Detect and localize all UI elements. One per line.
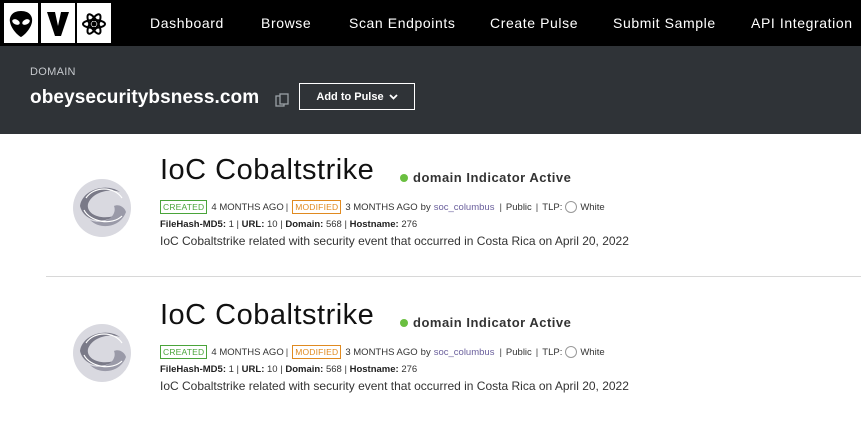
pulse-description: IoC Cobaltstrike related with security e… <box>160 379 629 393</box>
separator: | <box>285 201 289 213</box>
indicator-status: domain Indicator Active <box>400 315 571 330</box>
add-to-pulse-label: Add to Pulse <box>316 90 384 103</box>
modified-badge: MODIFIED <box>292 345 342 359</box>
stat-value: 568 <box>325 219 342 230</box>
tlp-label: TLP: <box>542 346 563 358</box>
visibility: Public <box>505 201 532 213</box>
by-label: by <box>420 201 431 213</box>
author-link[interactable]: soc_columbus <box>434 347 495 358</box>
tlp-label: TLP: <box>542 201 563 213</box>
indicator-status: domain Indicator Active <box>400 170 571 185</box>
stat-value: 568 <box>325 364 342 375</box>
stat-value: 1 <box>228 219 234 230</box>
pulse-title[interactable]: IoC Cobaltstrike <box>160 154 374 187</box>
stat-value: 10 <box>267 364 278 375</box>
created-ago: 4 MONTHS AGO <box>211 346 284 358</box>
stat-label: Hostname: <box>349 219 399 230</box>
modified-badge: MODIFIED <box>292 200 342 214</box>
stat-value: 1 <box>228 364 234 375</box>
v-logo-icon <box>41 3 75 43</box>
tlp-white-icon <box>565 201 578 213</box>
stat-value: 276 <box>401 364 418 375</box>
separator: | <box>535 201 539 213</box>
separator: | <box>535 346 539 358</box>
created-badge: CREATED <box>160 200 208 214</box>
separator: | <box>285 346 289 358</box>
nav-dashboard[interactable]: Dashboard <box>150 15 224 31</box>
by-label: by <box>420 346 431 358</box>
domain-header: DOMAIN obeysecuritybsness.com Add to Pul… <box>0 46 861 134</box>
pulse-swirl-icon <box>73 179 131 237</box>
stat-label: Domain: <box>285 219 324 230</box>
stat-label: FileHash-MD5: <box>160 364 226 375</box>
status-text: domain Indicator Active <box>413 170 572 185</box>
otx-logo[interactable] <box>4 3 113 45</box>
pulse-stats: FileHash-MD5: 1 | URL: 10 | Domain: 568 … <box>160 364 418 375</box>
created-badge: CREATED <box>160 345 208 359</box>
status-text: domain Indicator Active <box>413 315 572 330</box>
stat-label: Hostname: <box>349 364 399 375</box>
pulse-title[interactable]: IoC Cobaltstrike <box>160 299 374 332</box>
separator: | <box>499 346 502 358</box>
nav-create-pulse[interactable]: Create Pulse <box>490 15 578 31</box>
nav-browse[interactable]: Browse <box>261 15 311 31</box>
nav-scan-endpoints[interactable]: Scan Endpoints <box>349 15 455 31</box>
tlp-value: White <box>580 346 605 358</box>
visibility: Public <box>505 346 532 358</box>
pulse-swirl-icon <box>73 324 131 382</box>
pulse-divider <box>46 276 861 277</box>
created-ago: 4 MONTHS AGO <box>211 201 284 213</box>
stat-label: FileHash-MD5: <box>160 219 226 230</box>
pulse-description: IoC Cobaltstrike related with security e… <box>160 234 629 248</box>
stat-value: 10 <box>267 219 278 230</box>
pulse-meta: CREATED 4 MONTHS AGO | MODIFIED 3 MONTHS… <box>160 345 605 359</box>
pulse-card: IoC Cobaltstrike domain Indicator Active… <box>0 136 861 276</box>
alien-logo-icon <box>4 3 38 43</box>
active-dot-icon <box>400 173 408 182</box>
nav-submit-sample[interactable]: Submit Sample <box>613 15 716 31</box>
modified-ago: 3 MONTHS AGO <box>345 201 418 213</box>
active-dot-icon <box>400 318 408 327</box>
tlp-value: White <box>580 201 605 213</box>
stat-label: URL: <box>241 364 265 375</box>
pulse-stats: FileHash-MD5: 1 | URL: 10 | Domain: 568 … <box>160 219 418 230</box>
stat-value: 276 <box>401 219 418 230</box>
pulse-meta: CREATED 4 MONTHS AGO | MODIFIED 3 MONTHS… <box>160 200 605 214</box>
atom-logo-icon <box>77 3 111 43</box>
author-link[interactable]: soc_columbus <box>434 202 495 213</box>
pulse-card: IoC Cobaltstrike domain Indicator Active… <box>0 281 861 421</box>
stat-label: URL: <box>241 219 265 230</box>
separator: | <box>499 201 502 213</box>
add-to-pulse-button[interactable]: Add to Pulse <box>299 83 415 110</box>
domain-name: obeysecuritybsness.com <box>30 87 260 108</box>
domain-type-label: DOMAIN <box>30 66 76 78</box>
tlp-white-icon <box>565 346 578 358</box>
copy-icon[interactable] <box>274 92 290 108</box>
top-navigation: Dashboard Browse Scan Endpoints Create P… <box>0 0 861 46</box>
modified-ago: 3 MONTHS AGO <box>345 346 418 358</box>
nav-api-integration[interactable]: API Integration <box>751 15 853 31</box>
chevron-down-icon <box>388 93 398 100</box>
stat-label: Domain: <box>285 364 324 375</box>
